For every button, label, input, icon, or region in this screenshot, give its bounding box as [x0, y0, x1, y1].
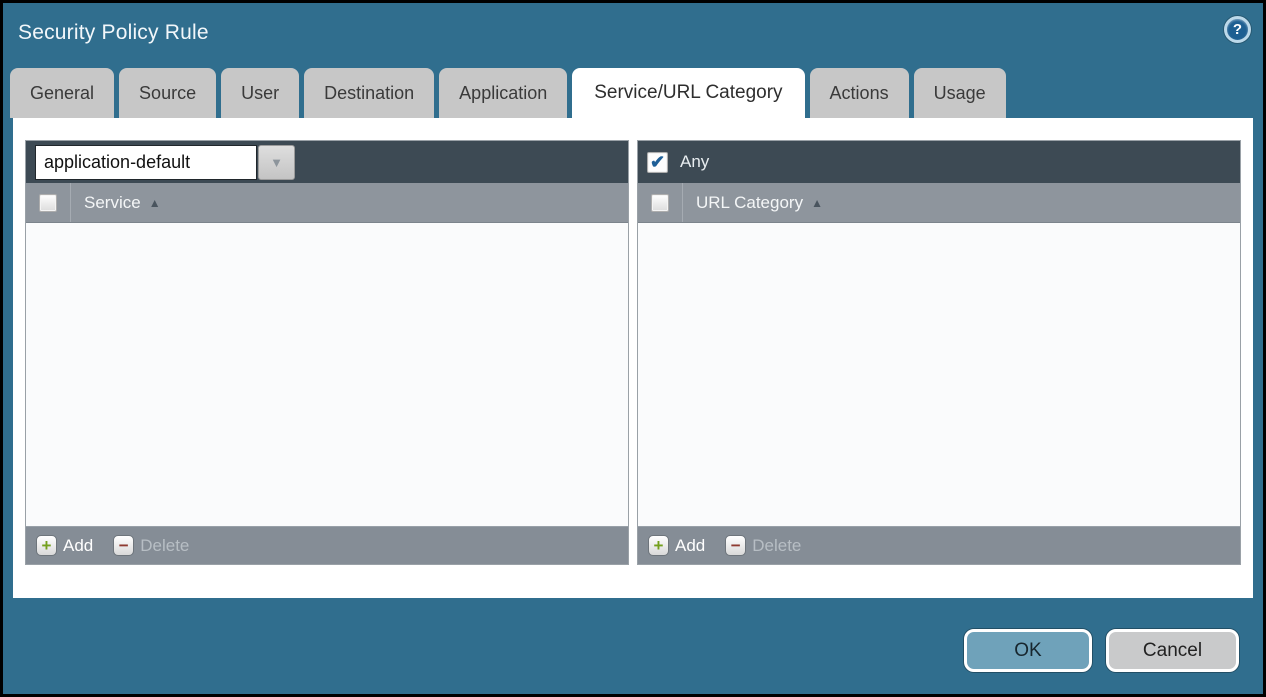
service-select-all-checkbox[interactable] — [39, 194, 57, 212]
tab-actions[interactable]: Actions — [810, 68, 909, 118]
help-icon[interactable]: ? — [1224, 16, 1251, 43]
add-icon: + — [36, 535, 57, 556]
tab-strip: General Source User Destination Applicat… — [3, 67, 1263, 118]
service-panel: ▼ Service ▲ + Add — [25, 140, 629, 565]
service-list-empty — [26, 223, 628, 526]
dialog-title: Security Policy Rule — [18, 21, 209, 45]
tab-source[interactable]: Source — [119, 68, 216, 118]
tab-general[interactable]: General — [10, 68, 114, 118]
url-category-any-checkbox[interactable]: ✔ — [647, 152, 668, 173]
url-category-panel-header: ✔ Any — [638, 141, 1240, 183]
url-category-any-label: Any — [680, 152, 709, 172]
dialog-titlebar: Security Policy Rule ? — [3, 3, 1263, 67]
service-delete-button[interactable]: − Delete — [113, 535, 189, 556]
service-column-header: Service ▲ — [26, 183, 628, 223]
sort-asc-icon: ▲ — [811, 196, 823, 210]
service-panel-footer: + Add − Delete — [26, 526, 628, 564]
delete-icon: − — [113, 535, 134, 556]
service-select-all-cell — [26, 183, 71, 222]
url-category-column-header: URL Category ▲ — [638, 183, 1240, 223]
service-panel-header: ▼ — [26, 141, 628, 183]
delete-icon: − — [725, 535, 746, 556]
add-icon: + — [648, 535, 669, 556]
panels-container: ▼ Service ▲ + Add — [25, 140, 1241, 565]
tab-application[interactable]: Application — [439, 68, 567, 118]
url-category-panel-footer: + Add − Delete — [638, 526, 1240, 564]
add-label: Add — [675, 536, 705, 556]
sort-asc-icon: ▲ — [149, 196, 161, 210]
service-column-label: Service — [84, 193, 141, 213]
delete-label: Delete — [140, 536, 189, 556]
chevron-down-icon[interactable]: ▼ — [258, 145, 295, 180]
tab-user[interactable]: User — [221, 68, 299, 118]
tab-service-url-category[interactable]: Service/URL Category — [572, 68, 804, 118]
url-category-list-empty — [638, 223, 1240, 526]
url-category-add-button[interactable]: + Add — [648, 535, 705, 556]
tab-content: ▼ Service ▲ + Add — [13, 118, 1253, 598]
url-category-column-sort[interactable]: URL Category ▲ — [683, 193, 823, 213]
tab-usage[interactable]: Usage — [914, 68, 1006, 118]
delete-label: Delete — [752, 536, 801, 556]
service-type-input[interactable] — [35, 145, 257, 180]
ok-button[interactable]: OK — [964, 629, 1092, 672]
service-add-button[interactable]: + Add — [36, 535, 93, 556]
url-category-panel: ✔ Any URL Category ▲ + Add — [637, 140, 1241, 565]
url-category-select-all-checkbox[interactable] — [651, 194, 669, 212]
tab-destination[interactable]: Destination — [304, 68, 434, 118]
service-column-sort[interactable]: Service ▲ — [71, 193, 161, 213]
add-label: Add — [63, 536, 93, 556]
url-category-select-all-cell — [638, 183, 683, 222]
dialog-footer: OK Cancel — [3, 598, 1263, 672]
security-policy-rule-dialog: Security Policy Rule ? General Source Us… — [0, 0, 1266, 697]
service-type-combo: ▼ — [35, 145, 295, 180]
url-category-column-label: URL Category — [696, 193, 803, 213]
url-category-delete-button[interactable]: − Delete — [725, 535, 801, 556]
cancel-button[interactable]: Cancel — [1106, 629, 1239, 672]
